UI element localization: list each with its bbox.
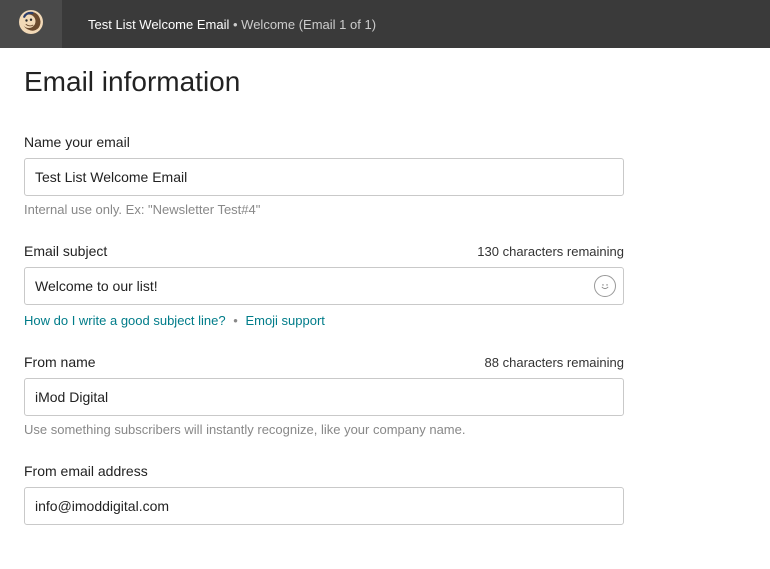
subject-counter: 130 characters remaining (477, 244, 624, 259)
link-sep: • (233, 313, 238, 328)
from-email-input[interactable] (24, 487, 624, 525)
content: Email information Name your email Intern… (0, 48, 770, 569)
subject-label: Email subject (24, 243, 107, 259)
breadcrumb-primary: Test List Welcome Email (88, 17, 229, 32)
from-name-counter: 88 characters remaining (485, 355, 624, 370)
field-subject: Email subject 130 characters remaining H… (24, 243, 746, 328)
subject-input[interactable] (24, 267, 624, 305)
from-email-label: From email address (24, 463, 148, 479)
from-name-label: From name (24, 354, 96, 370)
page-title: Email information (24, 66, 746, 98)
top-bar: Test List Welcome Email • Welcome (Email… (0, 0, 770, 48)
from-name-input[interactable] (24, 378, 624, 416)
name-input[interactable] (24, 158, 624, 196)
field-from-email: From email address (24, 463, 746, 525)
breadcrumb-secondary: Welcome (Email 1 of 1) (241, 17, 376, 32)
logo-box[interactable] (0, 0, 62, 48)
emoji-support-link[interactable]: Emoji support (245, 313, 324, 328)
field-name-email: Name your email Internal use only. Ex: "… (24, 134, 746, 217)
field-from-name: From name 88 characters remaining Use so… (24, 354, 746, 437)
subject-line-help-link[interactable]: How do I write a good subject line? (24, 313, 226, 328)
breadcrumb-sep: • (233, 17, 238, 32)
name-hint: Internal use only. Ex: "Newsletter Test#… (24, 202, 746, 217)
smiley-icon (598, 279, 612, 293)
emoji-picker-button[interactable] (594, 275, 616, 297)
subject-links: How do I write a good subject line? • Em… (24, 313, 746, 328)
name-label: Name your email (24, 134, 130, 150)
mailchimp-logo-icon (16, 7, 46, 42)
from-name-hint: Use something subscribers will instantly… (24, 422, 746, 437)
breadcrumb: Test List Welcome Email • Welcome (Email… (88, 17, 376, 32)
